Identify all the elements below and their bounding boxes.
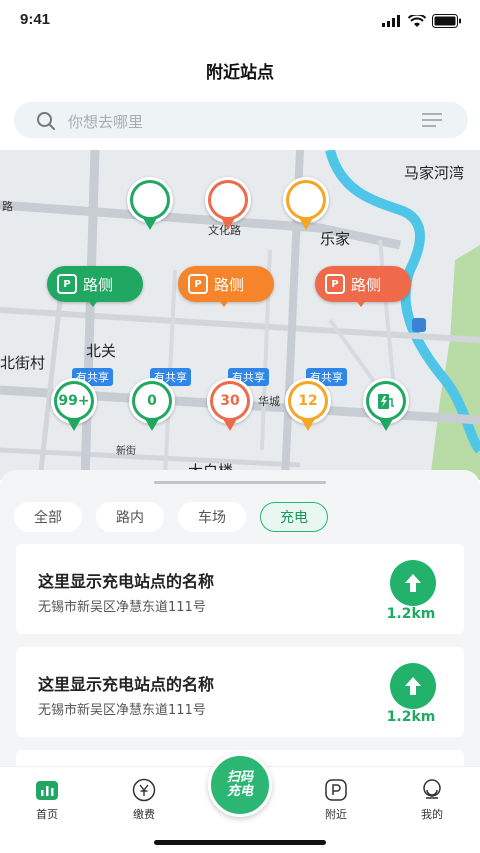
map-view[interactable]: 马家河湾 北关 北街村 大白楼 华城 新街 文化路 乐家 路 P 路侧 P 路侧…	[0, 150, 480, 480]
status-bar: 9:41	[0, 0, 480, 44]
navigate-arrow-icon	[405, 677, 421, 695]
roadside-label: 路侧	[83, 275, 114, 294]
pin-count: 99+	[57, 384, 91, 418]
roadside-label: 路侧	[351, 275, 382, 294]
pin-circle: 30	[207, 378, 253, 424]
pin-tail	[221, 218, 235, 230]
station-card[interactable]: 这里显示充电站点的名称 无锡市新吴区净慧东道111号 1.2km	[16, 544, 464, 634]
pin-circle	[283, 177, 329, 223]
roadside-tag[interactable]: P 路侧	[178, 266, 274, 307]
parking-icon: P	[57, 274, 77, 294]
pin-tail	[223, 419, 237, 431]
tab-label: 附近	[325, 808, 347, 821]
map-label: 新街	[116, 446, 136, 457]
pin-inner	[133, 183, 167, 217]
filter-parking-lot[interactable]: 车场	[178, 502, 246, 532]
status-time: 9:41	[20, 11, 51, 28]
pin-count: 30	[213, 384, 247, 418]
station-pin[interactable]: 有共享 0	[126, 368, 191, 438]
tab-home[interactable]: 首页	[17, 773, 77, 822]
station-pin[interactable]: 有共享 99+	[48, 368, 113, 438]
station-pin[interactable]: 有共享 12	[282, 368, 347, 438]
map-label: 华城	[258, 395, 280, 408]
search-bar[interactable]: 你想去哪里	[14, 102, 468, 138]
search-icon	[37, 112, 55, 130]
map-label: 北关	[86, 342, 117, 360]
station-address: 无锡市新吴区净慧东道111号	[38, 703, 206, 718]
pin-circle	[205, 177, 251, 223]
station-card[interactable]: 这里显示充电站点的名称 无锡市新吴区净慧东道111号 1.2km	[16, 647, 464, 737]
roadside-tag[interactable]: P 路侧	[315, 266, 411, 307]
station-distance: 1.2km	[386, 606, 436, 622]
station-name: 这里显示充电站点的名称	[38, 572, 215, 591]
charger-icon	[378, 394, 394, 409]
pin-circle: 99+	[51, 378, 97, 424]
parking-icon: P	[188, 274, 208, 294]
pin-circle	[363, 378, 409, 424]
wifi-icon	[408, 14, 426, 27]
tab-mine[interactable]: 我的	[402, 773, 462, 822]
filter-all[interactable]: 全部	[14, 502, 82, 532]
navigate-button[interactable]	[390, 663, 436, 709]
tag-tail	[355, 299, 367, 307]
page-title: 附近站点	[206, 63, 274, 83]
search-input[interactable]: 你想去哪里	[68, 111, 143, 132]
station-address: 无锡市新吴区净慧东道111号	[38, 600, 206, 615]
station-pin[interactable]	[280, 177, 332, 237]
roadside-tag[interactable]: P 路侧	[47, 266, 143, 307]
pin-inner	[369, 384, 403, 418]
tab-label: 首页	[36, 808, 58, 821]
tab-label: 缴费	[133, 808, 155, 821]
station-sheet: 全部 路内 车场 充电 这里显示充电站点的名称 无锡市新吴区净慧东道111号 1…	[0, 470, 480, 770]
pin-tail	[379, 419, 393, 431]
menu-icon[interactable]	[422, 113, 442, 127]
navigate-button[interactable]	[390, 560, 436, 606]
pin-tail	[143, 218, 157, 230]
pin-count: 0	[135, 384, 169, 418]
parking-icon: P	[325, 274, 345, 294]
pin-tail	[67, 419, 81, 431]
filter-chips: 全部 路内 车场 充电	[14, 502, 328, 532]
roadside-label: 路侧	[214, 275, 245, 294]
parking-icon	[323, 777, 349, 803]
yen-icon	[131, 777, 157, 803]
station-pin[interactable]: 有共享 30	[204, 368, 269, 438]
navigate-arrow-icon	[405, 574, 421, 592]
pin-inner	[211, 183, 245, 217]
tab-pay[interactable]: 缴费	[114, 773, 174, 822]
filter-charging[interactable]: 充电	[260, 502, 328, 532]
battery-icon	[432, 14, 461, 28]
user-icon	[419, 777, 445, 803]
station-pin[interactable]	[202, 177, 254, 237]
pin-tail	[301, 419, 315, 431]
pin-tail	[145, 419, 159, 431]
map-label: 北街村	[0, 354, 46, 372]
map-label: 路	[2, 200, 13, 213]
pin-circle: 0	[129, 378, 175, 424]
signal-icon	[382, 15, 400, 27]
tab-label: 我的	[421, 808, 443, 821]
pin-circle: 12	[285, 378, 331, 424]
sheet-grabber[interactable]	[154, 481, 326, 484]
pin-count: 12	[291, 384, 325, 418]
scan-charge-button[interactable]: 扫码 充电	[208, 753, 272, 817]
tab-nearby[interactable]: 附近	[306, 773, 366, 822]
pin-tail	[299, 218, 313, 230]
map-label: 马家河湾	[404, 164, 465, 182]
status-icons	[382, 14, 462, 28]
pin-circle	[127, 177, 173, 223]
station-pin[interactable]	[124, 177, 176, 237]
station-name: 这里显示充电站点的名称	[38, 675, 215, 694]
tag-tail	[87, 299, 99, 307]
station-distance: 1.2km	[386, 709, 436, 725]
home-indicator	[154, 840, 326, 845]
filter-roadside[interactable]: 路内	[96, 502, 164, 532]
charging-pin[interactable]	[360, 378, 412, 438]
pin-inner	[289, 183, 323, 217]
home-icon	[34, 777, 60, 803]
tag-tail	[218, 299, 230, 307]
